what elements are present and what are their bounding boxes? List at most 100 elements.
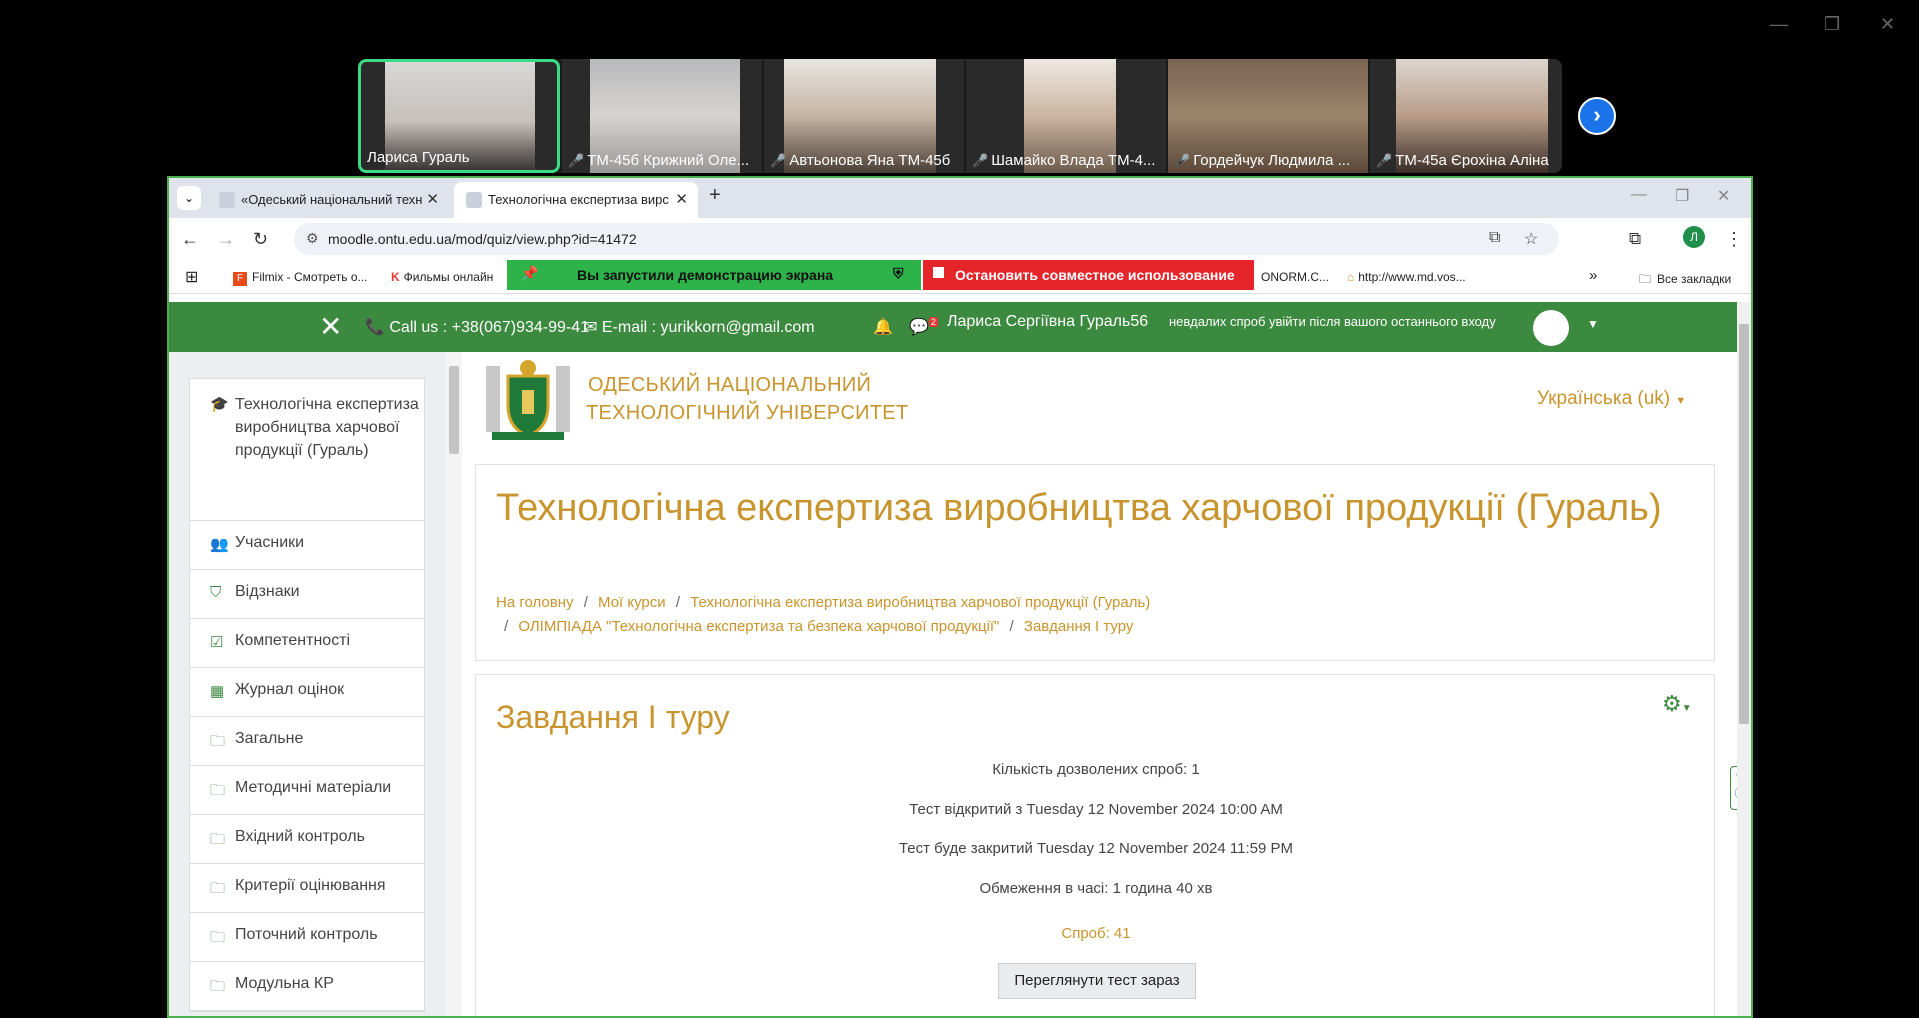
- breadcrumb-home[interactable]: На головну: [496, 594, 574, 611]
- nav-item-grades[interactable]: ▦ Журнал оцінок: [190, 668, 424, 717]
- mic-off-icon: 🎤: [1174, 153, 1191, 168]
- pin-icon: 📌: [521, 265, 539, 281]
- site-info-icon[interactable]: ⚙: [306, 230, 319, 247]
- users-icon: 👥: [210, 536, 229, 553]
- tab-title: Технологічна експертиза вирс: [488, 192, 669, 207]
- participant-name: ТМ-45б Крижний Оле...: [587, 152, 750, 169]
- site-favicon-icon: [219, 192, 235, 208]
- site-icon: ⌂: [1347, 270, 1355, 284]
- breadcrumb-section[interactable]: ОЛІМПІАДА "Технологічна експертиза та бе…: [518, 618, 999, 635]
- nav-item-participants[interactable]: 👥 Учасники: [190, 521, 424, 570]
- filmix-icon: F: [233, 272, 247, 286]
- graduation-cap-icon: 🎓: [210, 396, 229, 413]
- translate-icon[interactable]: ⧉: [1489, 229, 1500, 247]
- chevron-right-icon: ›: [1593, 102, 1601, 127]
- participant-name: Автьонова Яна ТМ-45б: [789, 152, 951, 169]
- close-icon[interactable]: ✕: [1717, 186, 1730, 206]
- bookmark-md[interactable]: ⌂ http://www.md.vos...: [1347, 270, 1466, 284]
- attempts-link[interactable]: Спроб: 41: [476, 925, 1716, 942]
- breadcrumb-courses[interactable]: Мої курси: [598, 594, 666, 611]
- tab-ontu[interactable]: «Одеський національний техн ✕: [207, 182, 449, 218]
- address-bar: ← → ↻ ⚙ moodle.ontu.edu.ua/mod/quiz/view…: [169, 218, 1751, 260]
- apps-icon[interactable]: ⊞: [185, 267, 198, 287]
- phone-text: Call us : +38(067)934-99-41: [389, 319, 590, 336]
- nav-item-course[interactable]: 🎓 Технологічна експертиза виробництва хар…: [190, 379, 424, 521]
- university-logo[interactable]: [478, 356, 578, 442]
- scroll-thumb[interactable]: [449, 366, 459, 454]
- forward-icon[interactable]: →: [217, 229, 235, 250]
- tab-bar: ⌄ «Одеський національний техн ✕ Технолог…: [169, 178, 1751, 218]
- menu-icon[interactable]: ⋮: [1725, 229, 1743, 250]
- tab-quiz[interactable]: Технологічна експертиза вирс ✕: [454, 182, 698, 218]
- breadcrumb: На головну / Мої курси / Технологічна ек…: [496, 594, 1151, 635]
- participant-name: Гордейчук Людмила ...: [1193, 152, 1351, 169]
- close-icon[interactable]: ✕: [1880, 14, 1895, 35]
- mic-off-icon: 🎤: [972, 153, 989, 168]
- extensions-icon[interactable]: ⧉: [1629, 229, 1641, 249]
- tab-search-button[interactable]: ⌄: [177, 186, 201, 210]
- nav-item-entry-control[interactable]: 🗀 Вхідний контроль: [190, 815, 424, 864]
- profile-avatar[interactable]: Л: [1683, 226, 1705, 248]
- nav-item-competencies[interactable]: ☑ Компетентності: [190, 619, 424, 668]
- mic-off-icon: 🎤: [1376, 153, 1393, 168]
- check-square-icon: ☑: [210, 634, 224, 651]
- bookmark-onorm[interactable]: ONORM.C...: [1261, 270, 1329, 284]
- gear-icon[interactable]: ⚙▼: [1662, 691, 1692, 717]
- nav-item-current-control[interactable]: 🗀 Поточний контроль: [190, 913, 424, 962]
- nav-item-materials[interactable]: 🗀 Методичні матеріали: [190, 766, 424, 815]
- stop-share-button[interactable]: Остановить совместное использование: [923, 260, 1254, 290]
- nav-item-general[interactable]: 🗀 Загальне: [190, 717, 424, 766]
- folder-icon: 🗀: [210, 733, 226, 750]
- url-field[interactable]: ⚙ moodle.ontu.edu.ua/mod/quiz/view.php?i…: [294, 223, 1559, 255]
- nav-item-criteria[interactable]: 🗀 Критерії оцінювання: [190, 864, 424, 913]
- scroll-thumb[interactable]: [1739, 324, 1749, 724]
- breadcrumb-activity[interactable]: Завдання I туру: [1024, 618, 1134, 635]
- participant-tile[interactable]: 🎤 ТМ-45а Єрохіна Аліна: [1370, 59, 1562, 173]
- participant-tile[interactable]: 🎤 Шамайко Влада ТМ-4...: [966, 59, 1166, 173]
- course-title: Технологічна експертиза виробництва харч…: [496, 487, 1662, 529]
- minimize-icon[interactable]: —: [1631, 186, 1647, 204]
- more-bookmarks-icon[interactable]: »: [1589, 267, 1597, 284]
- folder-icon: 🗀: [210, 929, 226, 946]
- bell-icon[interactable]: 🔔: [873, 317, 893, 337]
- participant-tile[interactable]: 🎤 ТМ-45б Крижний Оле...: [562, 59, 762, 173]
- breadcrumb-course[interactable]: Технологічна експертиза виробництва харч…: [690, 594, 1150, 611]
- drawer-scrollbar[interactable]: [446, 352, 462, 1016]
- messages-icon[interactable]: 💬 2: [909, 317, 938, 337]
- language-menu[interactable]: Українська (uk) ▼: [1537, 388, 1686, 410]
- stop-icon: [933, 267, 944, 278]
- user-avatar[interactable]: [1533, 310, 1569, 346]
- reload-icon[interactable]: ↻: [253, 229, 268, 250]
- preview-quiz-button[interactable]: Переглянути тест зараз: [998, 963, 1196, 999]
- attempts-allowed: Кількість дозволених спроб: 1: [992, 761, 1200, 778]
- close-tab-icon[interactable]: ✕: [675, 190, 688, 208]
- close-drawer-icon[interactable]: ✕: [319, 310, 342, 343]
- caret-down-icon: ▼: [1675, 395, 1687, 407]
- participant-name: Лариса Гураль: [367, 149, 470, 166]
- quiz-opens: Тест відкритий з Tuesday 12 November 202…: [909, 801, 1283, 818]
- bookmark-filmix[interactable]: F Filmix - Смотреть о...: [233, 270, 368, 286]
- minimize-icon[interactable]: —: [1770, 14, 1788, 35]
- next-participants-button[interactable]: ›: [1578, 97, 1616, 135]
- shield-icon: ⛉: [210, 584, 222, 601]
- caret-down-icon[interactable]: ▼: [1587, 317, 1599, 331]
- participant-tile[interactable]: Лариса Гураль: [358, 59, 560, 173]
- url-text: moodle.ontu.edu.ua/mod/quiz/view.php?id=…: [328, 231, 637, 247]
- user-name[interactable]: Лариса Сергіївна Гураль56: [947, 313, 1148, 331]
- close-tab-icon[interactable]: ✕: [426, 190, 439, 208]
- star-icon[interactable]: ☆: [1524, 229, 1538, 249]
- restore-icon[interactable]: ❐: [1824, 14, 1840, 35]
- participant-tile[interactable]: 🎤 Автьонова Яна ТМ-45б: [764, 59, 964, 173]
- page-scrollbar[interactable]: [1737, 302, 1751, 1016]
- nav-item-badges[interactable]: ⛉ Відзнаки: [190, 570, 424, 619]
- new-tab-icon[interactable]: +: [709, 184, 721, 207]
- participant-name: Шамайко Влада ТМ-4...: [991, 152, 1156, 169]
- nav-item-module-test[interactable]: 🗀 Модульна КР: [190, 962, 424, 1011]
- participant-tile[interactable]: 🎤 Гордейчук Людмила ...: [1168, 59, 1368, 173]
- kino-icon: K: [391, 270, 400, 284]
- crest-icon: [486, 360, 570, 440]
- restore-icon[interactable]: ❐: [1675, 186, 1689, 206]
- all-bookmarks[interactable]: 🗀 Все закладки: [1639, 270, 1731, 291]
- back-icon[interactable]: ←: [181, 229, 199, 250]
- bookmark-films[interactable]: K Фильмы онлайн: [391, 270, 493, 284]
